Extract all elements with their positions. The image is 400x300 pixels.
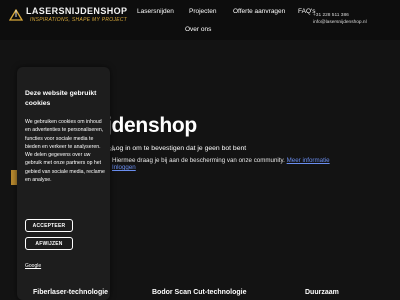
feature-duurzaam: Duurzaam (305, 289, 339, 296)
cookie-text: We gebruiken cookies om inhoud en advert… (25, 119, 105, 184)
decline-cookies-button[interactable]: AFWIJZEN (25, 237, 73, 250)
cookie-banner: Deze website gebruikt cookies We gebruik… (17, 67, 110, 300)
logo[interactable]: LASERSNIJDENSHOP INSPIRATIONS, SHAPE MY … (9, 6, 128, 24)
google-link[interactable]: Google (25, 263, 41, 269)
nav-projecten[interactable]: Projecten (189, 8, 216, 15)
login-link[interactable]: Inloggen (112, 164, 136, 171)
accept-cookies-button[interactable]: ACCEPTEER (25, 219, 73, 232)
logo-name: LASERSNIJDENSHOP (26, 6, 128, 16)
page: LASERSNIJDENSHOP INSPIRATIONS, SHAPE MY … (0, 0, 400, 300)
bot-check-text: Hiermee draag je bij aan de bescherming … (112, 157, 285, 164)
contact-info: +31 228 511 386 info@lasersnijdenshop.nl (313, 12, 367, 26)
laser-logo-icon (9, 9, 23, 21)
nav-lasersnijden[interactable]: Lasersnijden (137, 8, 174, 15)
bot-check-heading: Log in om te bevestigen dat je geen bot … (112, 145, 247, 152)
contact-phone[interactable]: +31 228 511 386 (313, 12, 367, 19)
bot-check-description: Hiermee draag je bij aan de bescherming … (112, 157, 330, 164)
cookie-title: Deze website gebruikt cookies (25, 90, 97, 107)
nav-over-ons[interactable]: Over ons (185, 26, 211, 33)
feature-bodor-scan-cut: Bodor Scan Cut-technologie (152, 289, 247, 296)
more-info-link[interactable]: Meer informatie (287, 157, 330, 164)
contact-email[interactable]: info@lasersnijdenshop.nl (313, 19, 367, 26)
logo-tagline: INSPIRATIONS, SHAPE MY PROJECT (30, 17, 128, 23)
nav-offerte-aanvragen[interactable]: Offerte aanvragen (233, 8, 285, 15)
site-header: LASERSNIJDENSHOP INSPIRATIONS, SHAPE MY … (0, 0, 400, 40)
feature-fiberlaser: Fiberlaser-technologie (33, 289, 109, 296)
